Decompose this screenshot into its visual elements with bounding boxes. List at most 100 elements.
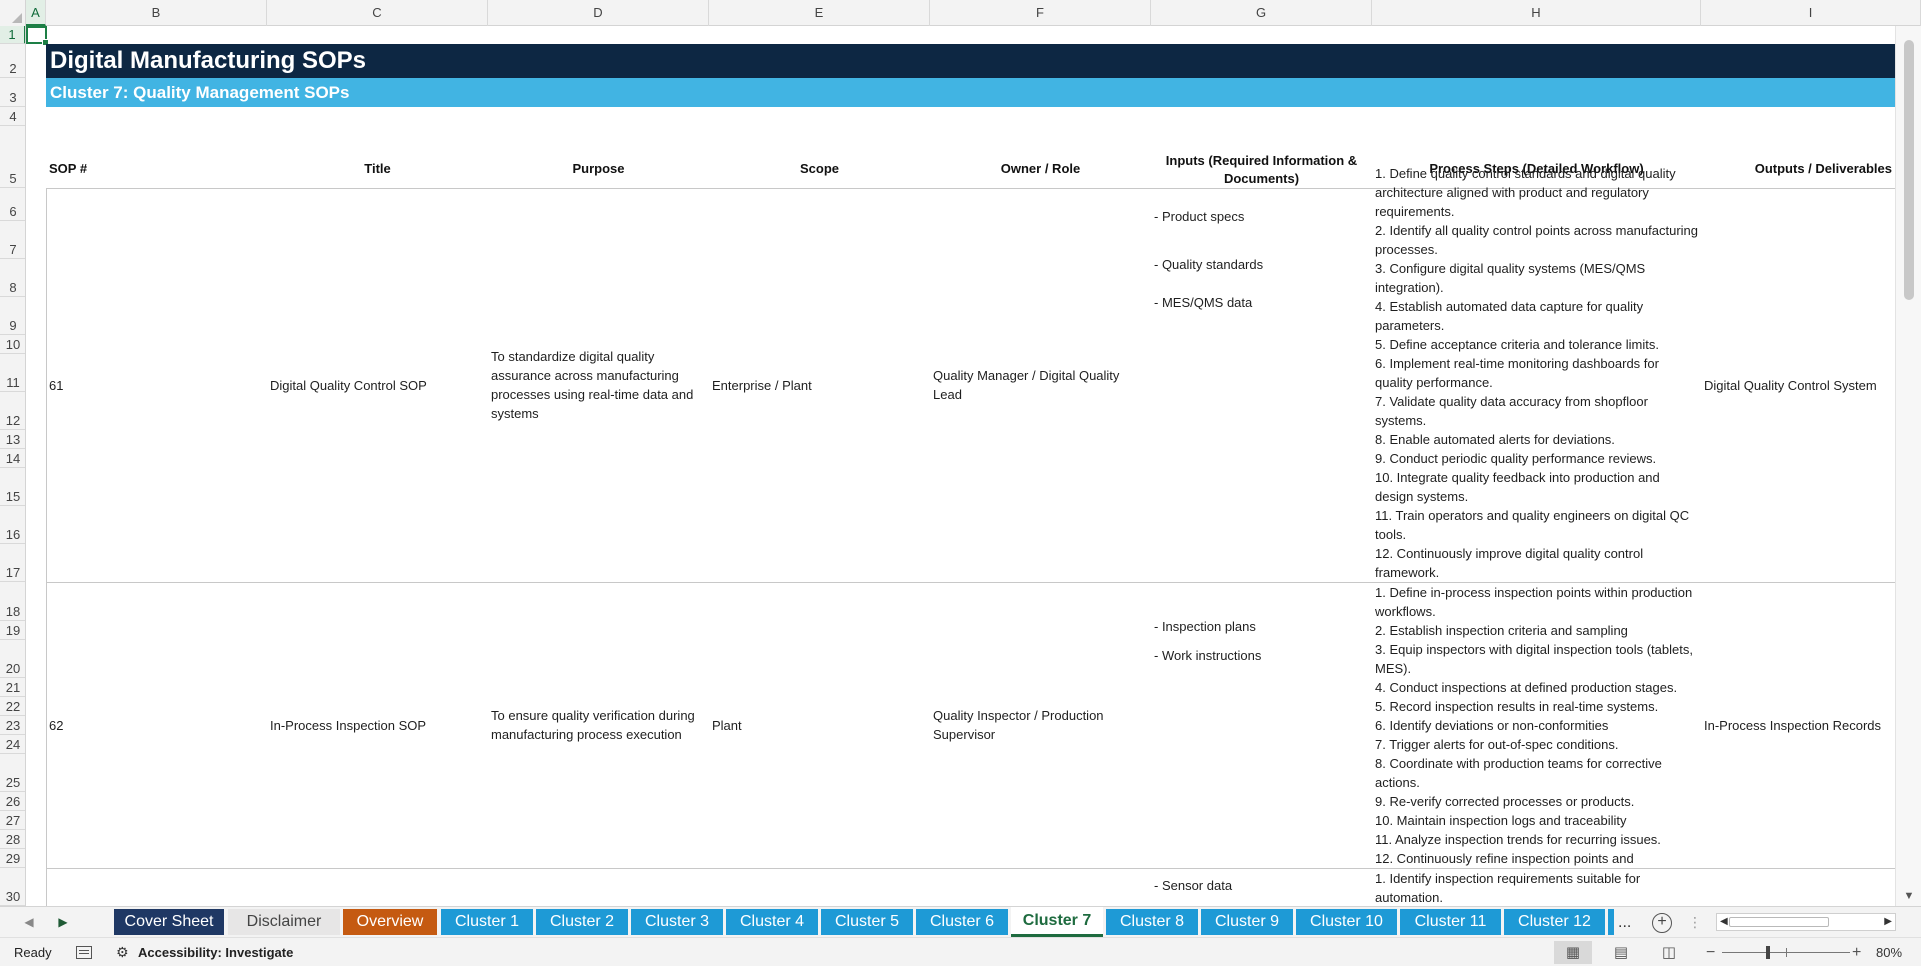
cell-owner[interactable]: Quality Manager / Digital Quality Lead (930, 188, 1151, 582)
row-header[interactable]: 10 (0, 335, 25, 354)
cell-input-item: - MES/QMS data (1154, 295, 1253, 310)
row-header[interactable]: 24 (0, 735, 25, 754)
row-header[interactable]: 26 (0, 792, 25, 811)
scroll-down-arrow-icon[interactable]: ▼ (1900, 888, 1918, 904)
sheet-tab-cluster-1[interactable]: Cluster 1 (441, 909, 533, 935)
row-header[interactable]: 4 (0, 107, 25, 126)
column-header-i[interactable]: I (1701, 0, 1921, 26)
column-header-h[interactable]: H (1372, 0, 1701, 26)
process-step: 4. Conduct inspections at defined produc… (1375, 680, 1678, 695)
row-header[interactable]: 1 (0, 26, 25, 44)
row-header[interactable]: 21 (0, 678, 25, 697)
select-all-button[interactable] (0, 0, 26, 26)
cell-input-item: - Product specs (1154, 209, 1245, 224)
cell-purpose[interactable]: To standardize digital quality assurance… (488, 188, 709, 582)
row-header[interactable]: 12 (0, 392, 25, 430)
process-step: 2. Identify all quality control points a… (1375, 223, 1699, 257)
sheet-tab-cluster-10[interactable]: Cluster 10 (1296, 909, 1397, 935)
row-header[interactable]: 8 (0, 259, 25, 297)
accessibility-icon[interactable]: ⚙ (116, 938, 129, 966)
sheet-tab-cluster-6[interactable]: Cluster 6 (916, 909, 1008, 935)
cell-title[interactable]: In-Process Inspection SOP (267, 582, 488, 868)
sheet-tab-overview[interactable]: Overview (343, 909, 437, 935)
row-header[interactable]: 25 (0, 754, 25, 792)
sheet-tab-cluster-9[interactable]: Cluster 9 (1201, 909, 1293, 935)
tab-split-handle-icon[interactable]: ⋮ (1688, 907, 1702, 938)
vertical-scrollbar[interactable]: ▼ (1895, 26, 1921, 906)
row-header[interactable]: 17 (0, 544, 25, 582)
sheet-tab-cluster-3[interactable]: Cluster 3 (631, 909, 723, 935)
column-header-g[interactable]: G (1151, 0, 1372, 26)
row-header[interactable]: 23 (0, 716, 25, 735)
row-header[interactable]: 16 (0, 506, 25, 544)
zoom-slider-thumb[interactable] (1766, 946, 1770, 959)
vertical-scroll-thumb[interactable] (1904, 40, 1914, 300)
accessibility-status[interactable]: Accessibility: Investigate (138, 938, 293, 966)
cell-output[interactable]: In-Process Inspection Records (1701, 582, 1895, 868)
process-step: 5. Record inspection results in real-tim… (1375, 699, 1659, 714)
row-header[interactable]: 13 (0, 430, 25, 449)
normal-view-icon[interactable]: ▦ (1554, 941, 1592, 964)
cell-sop-number[interactable]: 62 (46, 582, 267, 868)
add-sheet-icon[interactable]: + (1652, 913, 1672, 933)
row-header[interactable]: 6 (0, 188, 25, 221)
zoom-in-icon[interactable]: + (1852, 938, 1861, 966)
sheet-tab-cluster-11[interactable]: Cluster 11 (1400, 909, 1501, 935)
more-sheets-button[interactable]: ... (1618, 907, 1631, 938)
cell-title[interactable]: Digital Quality Control SOP (267, 188, 488, 582)
sheet-tab-cover-sheet[interactable]: Cover Sheet (114, 909, 224, 935)
row-header[interactable]: 20 (0, 640, 25, 678)
row-header[interactable]: 9 (0, 297, 25, 335)
row-header[interactable]: 27 (0, 811, 25, 830)
process-step: 7. Validate quality data accuracy from s… (1375, 394, 1648, 428)
sheet-tab-cluster-12[interactable]: Cluster 12 (1504, 909, 1605, 935)
row-header[interactable]: 28 (0, 830, 25, 849)
previous-sheet-icon[interactable]: ◀ (18, 907, 40, 938)
next-sheet-icon[interactable]: ▶ (52, 907, 74, 938)
macro-recording-icon[interactable] (76, 946, 92, 959)
sheet-tab-cluster-4[interactable]: Cluster 4 (726, 909, 818, 935)
column-header-d[interactable]: D (488, 0, 709, 26)
row-header[interactable]: 18 (0, 582, 25, 621)
scroll-left-arrow-icon[interactable]: ◀ (1720, 914, 1728, 930)
row-header[interactable]: 11 (0, 354, 25, 392)
sheet-tab-disclaimer[interactable]: Disclaimer (228, 909, 340, 935)
cell-scope[interactable]: Plant (709, 582, 930, 868)
row-header[interactable]: 19 (0, 621, 25, 640)
column-header-b[interactable]: B (46, 0, 267, 26)
sheet-tab-cluster-7[interactable]: Cluster 7 (1011, 907, 1103, 937)
row-header[interactable]: 30 (0, 868, 25, 906)
column-header-f[interactable]: F (930, 0, 1151, 26)
cell-scope[interactable]: Enterprise / Plant (709, 188, 930, 582)
row-header[interactable]: 15 (0, 468, 25, 506)
header-scope: Scope (799, 161, 839, 176)
sheet-tab-cluster-8[interactable]: Cluster 8 (1106, 909, 1198, 935)
zoom-level[interactable]: 80% (1876, 938, 1902, 966)
page-break-preview-icon[interactable]: ◫ (1650, 941, 1688, 964)
column-header-a[interactable]: A (26, 0, 46, 26)
cell-output[interactable]: Digital Quality Control System (1701, 188, 1895, 582)
row-header[interactable]: 2 (0, 44, 25, 78)
sheet-tab-cluster-2[interactable]: Cluster 2 (536, 909, 628, 935)
scroll-right-arrow-icon[interactable]: ▶ (1884, 914, 1892, 930)
row-header[interactable]: 7 (0, 221, 25, 259)
cell-sop-number[interactable]: 61 (46, 188, 267, 582)
row-header[interactable]: 5 (0, 126, 25, 188)
active-cell-a1[interactable] (26, 26, 49, 46)
sheet-tab-cluster-5[interactable]: Cluster 5 (821, 909, 913, 935)
row-header[interactable]: 29 (0, 849, 25, 868)
horizontal-scroll-thumb[interactable] (1729, 917, 1829, 927)
row-header[interactable]: 22 (0, 697, 25, 716)
cell-owner[interactable]: Quality Inspector / Production Superviso… (930, 582, 1151, 868)
cell-purpose[interactable]: To ensure quality verification during ma… (488, 582, 709, 868)
column-header-c[interactable]: C (267, 0, 488, 26)
column-header-e[interactable]: E (709, 0, 930, 26)
zoom-out-icon[interactable]: − (1706, 938, 1715, 966)
status-bar: Ready ⚙ Accessibility: Investigate ▦ ▤ ◫… (0, 937, 1921, 966)
sheet-tab-partial[interactable] (1608, 909, 1614, 935)
page-layout-view-icon[interactable]: ▤ (1602, 941, 1640, 964)
row-header[interactable]: 3 (0, 78, 25, 107)
row-header[interactable]: 14 (0, 449, 25, 468)
horizontal-scrollbar[interactable]: ◀ ▶ (1716, 913, 1896, 931)
worksheet-grid[interactable]: Digital Manufacturing SOPs Cluster 7: Qu… (26, 26, 1895, 906)
